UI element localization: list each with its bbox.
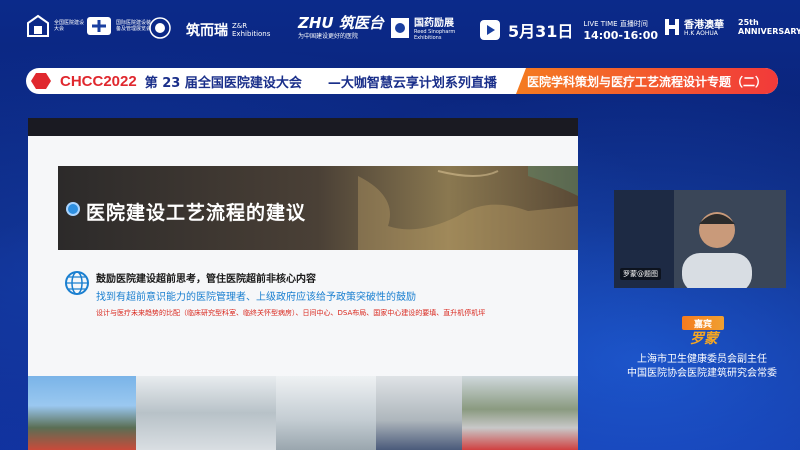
expo-logo-text: 国际医院建设装备及管理展览会 [116,20,152,32]
zr-en: Z&R Exhibitions [232,22,271,38]
lab-photo [276,376,376,450]
hkaohua-logo: 香港澳華 H.K AOHUA [664,16,724,37]
slide-header-strip [28,118,578,136]
sinopharm-icon [390,17,410,39]
hkaohua-cn: 香港澳華 [684,20,724,31]
zhu-logo: ZHU 筑医台 为中国建设更好的医院 [298,12,384,40]
live-time: 14:00-16:00 [583,28,658,42]
guest-video: 罗蒙@题图 [614,190,786,288]
clinic-photo [376,376,462,450]
anniversary-text: 25th ANNIVERSARY [738,18,800,36]
conference-emblem-icon [26,14,50,38]
slide-photo-strip [28,376,578,450]
slide-title: 医院建设工艺流程的建议 [86,202,307,224]
zr-brand: 筑而瑞 [186,23,228,39]
slide-point-1: 鼓励医院建设超前思考，管住医院超前非核心内容 [96,274,316,285]
special-topic: 医院学科策划与医疗工艺流程设计专题（二） [516,68,778,94]
conference-logo-text: 全国医院建设大会 [54,20,85,32]
zr-logo: 筑而瑞 Z&R Exhibitions [186,20,272,40]
slide-point-2: 找到有超前意识能力的医院管理者、上级政府应该给予政策突破性的鼓励 [96,292,416,303]
live-schedule: 5月31日 LIVE TIME 直播时间 14:00-16:00 [480,18,658,42]
ward-photo [136,376,276,450]
sponsor-logo-bar: 全国医院建设大会 国际医院建设装备及管理展览会 筑而瑞 Z&R Exhibiti… [0,0,800,62]
medal-icon [148,16,172,40]
live-label: LIVE TIME 直播时间 [583,19,648,28]
sinopharm-cn: 国药励展 [414,18,454,29]
conference-title-bar: CHCC2022 第 23 届全国医院建设大会 —大咖智慧云享计划系列直播 医院… [26,68,778,94]
medal-logo [148,16,172,40]
hkaohua-en: H.K AOHUA [684,30,718,37]
hkaohua-icon [664,17,680,37]
hexagon-icon [31,73,51,89]
sinopharm-logo: 国药励展 Reed Sinopharm Exhibitions [390,14,474,41]
guest-person-icon [682,212,752,288]
zhu-tagline: 为中国建设更好的医院 [298,33,359,40]
building-photo [28,376,136,450]
guest-title-2: 中国医院协会医院建筑研究会常委 [627,368,777,379]
presentation-slide: 医院建设工艺流程的建议 鼓励医院建设超前思考，管住医院超前非核心内容 找到有超前… [28,118,578,450]
expo-emblem-icon [86,14,112,38]
helipad-photo [462,376,578,450]
series-name: —大咖智慧云享计划系列直播 [327,75,497,91]
zhu-brand: ZHU 筑医台 [298,14,384,32]
globe-icon [65,271,89,295]
guest-video-tag: 罗蒙@题图 [620,268,661,280]
anniversary-logo: 25th ANNIVERSARY [738,18,800,36]
slide-point-3: 设计与医疗未来趋势的比配（临床研究型科室、临终关怀型病房）、日间中心、DSA布局… [96,309,486,317]
conference-logo: 全国医院建设大会 [26,14,86,38]
sinopharm-en: Reed Sinopharm Exhibitions [414,29,456,41]
guest-name: 罗蒙 [690,331,718,347]
live-date: 5月31日 [508,22,574,41]
guest-title-1: 上海市卫生健康委员会副主任 [637,354,767,365]
expo-logo: 国际医院建设装备及管理展览会 [86,14,152,38]
chcc-label: CHCC2022 [60,72,137,90]
conference-name: 第 23 届全国医院建设大会 [144,75,302,91]
bullet-dot-icon [68,204,78,214]
play-icon [480,20,500,40]
